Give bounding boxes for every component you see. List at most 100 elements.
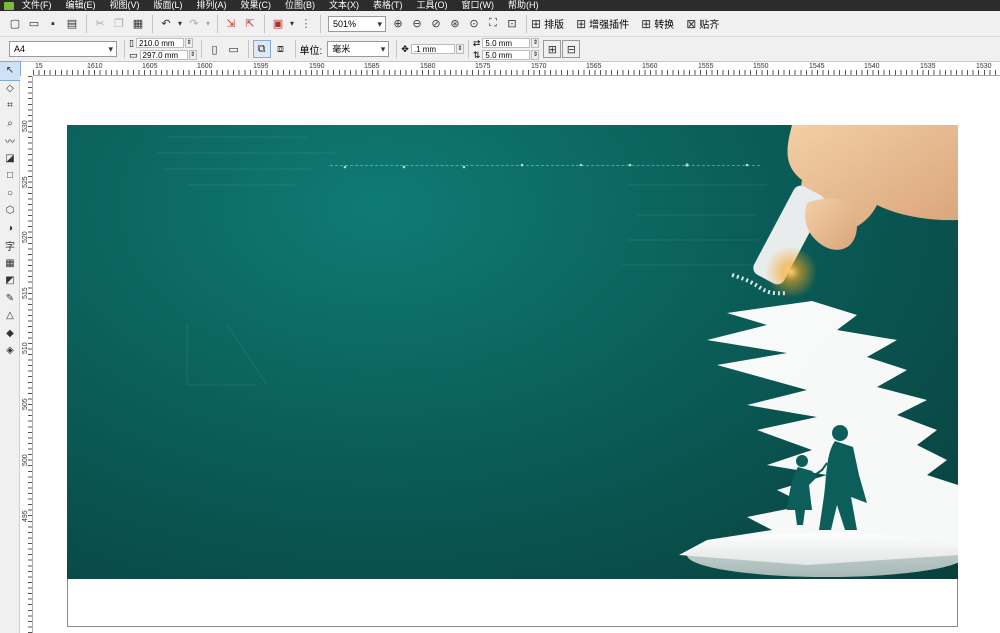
snap-icon: ⊠ (686, 16, 697, 31)
plugins-button[interactable]: ⊞ 增强插件 (576, 16, 630, 32)
ruler-label: 1555 (698, 63, 714, 70)
height-icon: ▭ (129, 49, 138, 60)
horizontal-ruler[interactable]: 15 1610 1605 1600 1595 1590 1585 1580 15… (33, 62, 1000, 76)
snap-button[interactable]: ⊠ 贴齐 (686, 16, 719, 32)
import-icon[interactable]: ⇲ (222, 15, 240, 33)
zoom-page-height-icon[interactable]: ⊡ (503, 15, 521, 33)
convert-button-label: 转换 (654, 20, 675, 31)
open-folder-icon[interactable]: ▭ (25, 15, 43, 33)
zoom-selected-icon[interactable]: ⊘ (427, 15, 445, 33)
ruler-label: 1530 (976, 63, 992, 70)
menu-view[interactable]: 视图(V) (110, 0, 140, 11)
publish-pdf-icon[interactable]: ▣ (269, 15, 287, 33)
zoom-out-icon[interactable]: ⊖ (408, 15, 426, 33)
zoom-level-dropdown[interactable]: 501% (328, 15, 386, 32)
ruler-label: 1545 (809, 63, 825, 70)
text-tool-icon[interactable]: 字 (0, 237, 20, 255)
menu-window[interactable]: 窗口(W) (462, 0, 495, 11)
undo-dropdown-icon[interactable]: ▾ (176, 15, 184, 33)
zoom-tool-icon[interactable]: ⌕ (0, 115, 20, 133)
basic-shapes-tool-icon[interactable]: ◑ (0, 220, 20, 238)
width-spinner[interactable]: ⇕ (184, 38, 193, 48)
portrait-icon[interactable]: ▯ (206, 40, 224, 58)
redo-dropdown-icon[interactable]: ▾ (204, 15, 212, 33)
landscape-icon[interactable]: ▭ (225, 40, 243, 58)
menu-bitmaps[interactable]: 位图(B) (285, 0, 315, 11)
chalkboard-artwork[interactable] (67, 125, 958, 579)
interactive-tool-icon[interactable]: ◩ (0, 272, 20, 290)
current-page-icon[interactable]: ⧈ (272, 40, 290, 58)
table-tool-icon[interactable]: ▦ (0, 255, 20, 273)
zoom-all-objects-icon[interactable]: ⊛ (446, 15, 464, 33)
app-logo-icon (4, 1, 14, 10)
plugins-button-label: 增强插件 (589, 20, 630, 31)
toolbar-divider (247, 40, 249, 58)
convert-button[interactable]: ⊞ 转换 (641, 16, 675, 32)
dup-x-icon: ⇄ (472, 37, 481, 48)
nudge-spinner[interactable]: ⇕ (455, 44, 464, 54)
layout-icon: ⊞ (531, 16, 542, 31)
dup-y-input[interactable]: 5.0 mm (482, 50, 531, 60)
rectangle-tool-icon[interactable]: □ (0, 167, 20, 185)
menu-file[interactable]: 文件(F) (22, 0, 52, 11)
dup-x-spinner[interactable]: ⇕ (531, 38, 540, 48)
convert-icon: ⊞ (641, 16, 652, 31)
ruler-label: 1590 (309, 63, 325, 70)
undo-icon[interactable]: ↶ (157, 15, 175, 33)
menu-table[interactable]: 表格(T) (373, 0, 403, 11)
ruler-label: 1550 (753, 63, 769, 70)
shape-tool-icon[interactable]: ◇ (0, 80, 20, 98)
menu-text[interactable]: 文本(X) (329, 0, 359, 11)
page-height-input[interactable]: 297.0 mm (139, 50, 188, 60)
fill-tool-icon[interactable]: ◆ (0, 325, 20, 343)
layout-button[interactable]: ⊞ 排版 (531, 16, 564, 32)
zoom-page-icon[interactable]: ⊙ (465, 15, 483, 33)
menu-arrange[interactable]: 排列(A) (197, 0, 227, 11)
chalk-brush-stroke (679, 301, 958, 565)
dup-y-field: ⇅ 5.0 mm ⇕ (473, 50, 540, 61)
treat-as-filled-icon[interactable]: ⊟ (562, 40, 581, 58)
export-icon[interactable]: ⇱ (241, 15, 259, 33)
menu-effects[interactable]: 效果(C) (241, 0, 272, 11)
height-spinner[interactable]: ⇕ (188, 50, 197, 60)
toolbar-divider (294, 40, 296, 58)
menu-edit[interactable]: 编辑(E) (66, 0, 96, 11)
ruler-label: 1600 (197, 63, 213, 70)
toolbar-divider (396, 40, 398, 58)
unit-dropdown[interactable]: 毫米 (327, 41, 390, 57)
dup-y-spinner[interactable]: ⇕ (531, 50, 540, 60)
page-width-input[interactable]: 210.0 mm (135, 38, 184, 48)
menu-layout[interactable]: 版面(L) (154, 0, 183, 11)
crop-tool-icon[interactable]: ⌗ (0, 97, 20, 115)
save-icon[interactable]: ▪ (44, 15, 62, 33)
polygon-tool-icon[interactable]: ⬡ (0, 202, 20, 220)
cut-icon[interactable]: ✂ (91, 15, 109, 33)
page-size-dropdown[interactable]: A4 (9, 41, 117, 57)
smart-fill-tool-icon[interactable]: ◪ (0, 150, 20, 168)
zoom-page-width-icon[interactable]: ⛶ (484, 15, 502, 33)
all-pages-icon[interactable]: ⧉ (252, 40, 271, 58)
interactive-fill-tool-icon[interactable]: ◈ (0, 342, 20, 360)
dup-x-input[interactable]: 5.0 mm (482, 38, 531, 48)
paste-icon[interactable]: ▦ (129, 15, 147, 33)
menu-help[interactable]: 帮助(H) (508, 0, 539, 11)
outline-tool-icon[interactable]: △ (0, 307, 20, 325)
print-icon[interactable]: ▤ (63, 15, 81, 33)
ruler-label: 1540 (864, 63, 880, 70)
eyedropper-tool-icon[interactable]: ✎ (0, 290, 20, 308)
vertical-ruler[interactable]: 530 525 520 515 510 505 500 495 (20, 76, 33, 633)
menu-tools[interactable]: 工具(O) (417, 0, 448, 11)
units-for-text-icon[interactable]: ⊞ (543, 40, 562, 58)
publish-dropdown-icon[interactable]: ▾ (288, 15, 296, 33)
copy-icon[interactable]: ❐ (110, 15, 128, 33)
nudge-input[interactable]: .1 mm (410, 44, 455, 54)
new-document-icon[interactable]: ▢ (6, 15, 24, 33)
property-bar: A4 ▯210.0 mm⇕ ▭297.0 mm⇕ ▯ ▭ ⧉ ⧈ 单位: 毫米 … (0, 37, 1000, 62)
redo-icon[interactable]: ↷ (185, 15, 203, 33)
zoom-in-icon[interactable]: ⊕ (389, 15, 407, 33)
ellipse-tool-icon[interactable]: ○ (0, 185, 20, 203)
toolbar-divider (200, 40, 202, 58)
pick-tool-icon[interactable]: ↖ (0, 61, 21, 81)
application-launcher-icon[interactable]: ⋮ (297, 15, 315, 33)
freehand-tool-icon[interactable]: 〰 (0, 132, 20, 150)
